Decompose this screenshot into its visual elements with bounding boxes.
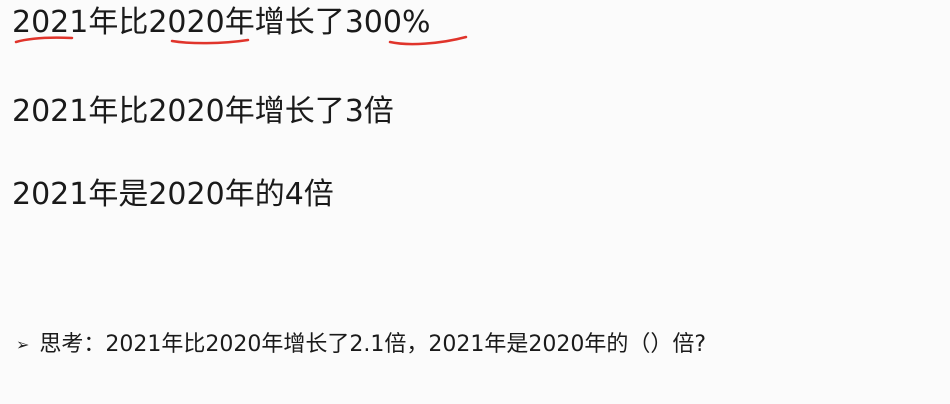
- statement-line-2: 2021年比2020年增长了3倍: [12, 94, 394, 129]
- slide: 2021年比2020年增长了300% 2021年比2020年增长了3倍 2021…: [0, 0, 950, 404]
- question-text: 思考：2021年比2020年增长了2.1倍，2021年是2020年的（）倍?: [39, 332, 707, 357]
- think-question: ➢ 思考：2021年比2020年增长了2.1倍，2021年是2020年的（）倍?: [16, 330, 706, 360]
- statement-line-3: 2021年是2020年的4倍: [12, 177, 334, 212]
- statement-line-1: 2021年比2020年增长了300%: [12, 5, 431, 40]
- arrow-bullet-icon: ➢: [16, 335, 30, 354]
